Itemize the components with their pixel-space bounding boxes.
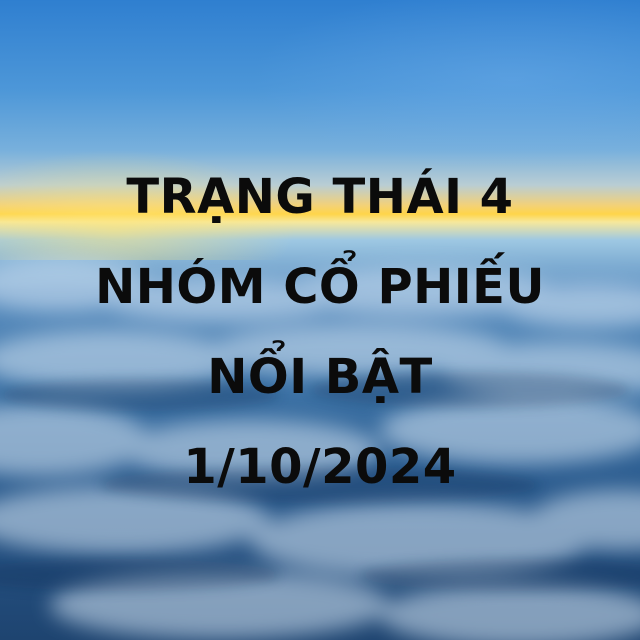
headline-line-3: NỔI BẬT (207, 349, 433, 405)
headline-line-4: 1/10/2024 (183, 439, 457, 495)
headline-line-1: TRẠNG THÁI 4 (126, 169, 514, 225)
headline-line-2: NHÓM CỔ PHIẾU (95, 259, 545, 315)
headline: TRẠNG THÁI 4 NHÓM CỔ PHIẾU NỔI BẬT 1/10/… (0, 152, 640, 512)
background-sky-clouds: TRẠNG THÁI 4 NHÓM CỔ PHIẾU NỔI BẬT 1/10/… (0, 0, 640, 640)
